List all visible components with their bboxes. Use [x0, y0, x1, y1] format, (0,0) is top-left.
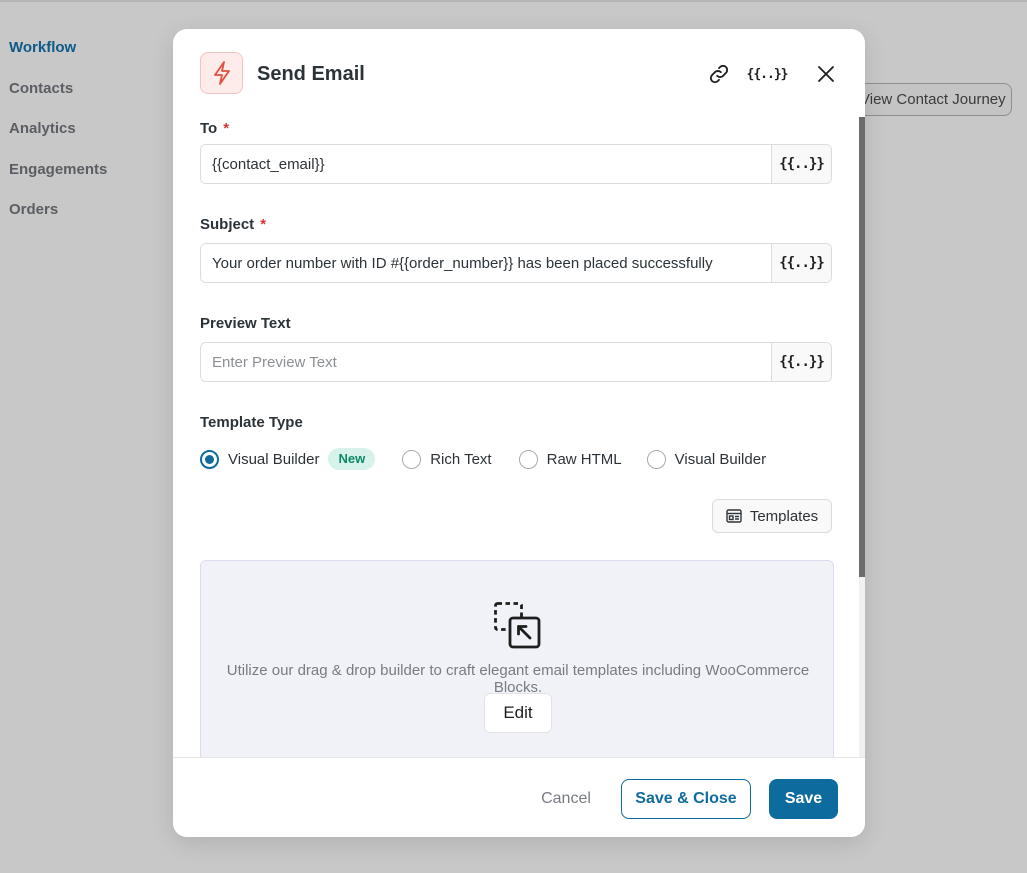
save-button[interactable]: Save	[769, 779, 838, 819]
cancel-button[interactable]: Cancel	[525, 779, 607, 819]
subject-merge-tag-button[interactable]: {{..}}	[771, 244, 831, 282]
radio-rich-text[interactable]: Rich Text	[402, 449, 492, 469]
merge-tag-icon: {{..}}	[779, 156, 825, 172]
scrollbar-thumb[interactable]	[859, 117, 865, 577]
new-badge: New	[328, 448, 376, 470]
radio-button[interactable]	[646, 449, 666, 469]
subject-input[interactable]	[201, 244, 771, 282]
drag-drop-icon	[494, 602, 541, 649]
radio-label: Raw HTML	[546, 450, 622, 468]
radio-visual-builder[interactable]: Visual Builder	[646, 449, 767, 469]
nav-item-orders[interactable]: Orders	[9, 200, 107, 241]
link-icon	[709, 64, 729, 84]
merge-tag-icon: {{..}}	[779, 255, 825, 271]
preview-field-group: {{..}}	[200, 342, 832, 382]
nav-item-contacts[interactable]: Contacts	[9, 79, 107, 120]
template-type-radio-group: Visual Builder New Rich Text Raw HTML Vi…	[200, 448, 766, 470]
builder-description: Utilize our drag & drop builder to craft…	[226, 662, 810, 696]
merge-tag-header-button[interactable]: {{..}}	[747, 59, 789, 89]
merge-tag-icon: {{..}}	[746, 66, 789, 82]
to-merge-tag-button[interactable]: {{..}}	[771, 145, 831, 183]
modal-footer: Cancel Save & Close Save	[173, 757, 865, 837]
to-label: To *	[200, 120, 230, 137]
template-type-label: Template Type	[200, 414, 303, 431]
to-field-group: {{..}}	[200, 144, 832, 184]
close-button[interactable]	[811, 59, 841, 89]
view-contact-journey-button[interactable]: View Contact Journey	[845, 83, 1012, 116]
preview-text-label: Preview Text	[200, 315, 291, 332]
action-icon-box	[200, 52, 243, 94]
link-button[interactable]	[704, 59, 734, 89]
radio-label: Visual Builder	[228, 450, 320, 468]
modal-title: Send Email	[257, 63, 365, 85]
radio-visual-builder-new[interactable]: Visual Builder New	[200, 448, 376, 470]
radio-raw-html[interactable]: Raw HTML	[518, 449, 622, 469]
templates-button-label: Templates	[749, 507, 819, 525]
merge-tag-icon: {{..}}	[779, 354, 825, 370]
nav-item-workflow[interactable]: Workflow	[9, 38, 107, 79]
lightning-icon	[213, 61, 230, 85]
required-mark: *	[260, 216, 267, 233]
radio-label: Rich Text	[430, 450, 492, 468]
radio-label: Visual Builder	[674, 450, 767, 468]
radio-button[interactable]	[518, 449, 538, 469]
nav-item-analytics[interactable]: Analytics	[9, 119, 107, 160]
save-and-close-button[interactable]: Save & Close	[621, 779, 751, 819]
template-icon	[726, 509, 742, 523]
top-strip	[0, 0, 1027, 2]
subject-label: Subject *	[200, 216, 267, 233]
required-mark: *	[223, 120, 230, 137]
preview-merge-tag-button[interactable]: {{..}}	[771, 343, 831, 381]
preview-text-input[interactable]	[201, 343, 771, 381]
radio-button[interactable]	[402, 449, 422, 469]
subject-field-group: {{..}}	[200, 243, 832, 283]
to-input[interactable]	[201, 145, 771, 183]
nav-item-engagements[interactable]: Engagements	[9, 160, 107, 201]
templates-button[interactable]: Templates	[712, 499, 832, 533]
radio-button-checked[interactable]	[200, 449, 219, 469]
side-nav: Workflow Contacts Analytics Engagements …	[9, 38, 107, 241]
send-email-modal: Send Email {{..}} To* {{..}} Subject* {{…	[173, 29, 865, 837]
edit-button[interactable]: Edit	[484, 693, 552, 733]
close-icon	[818, 66, 834, 82]
